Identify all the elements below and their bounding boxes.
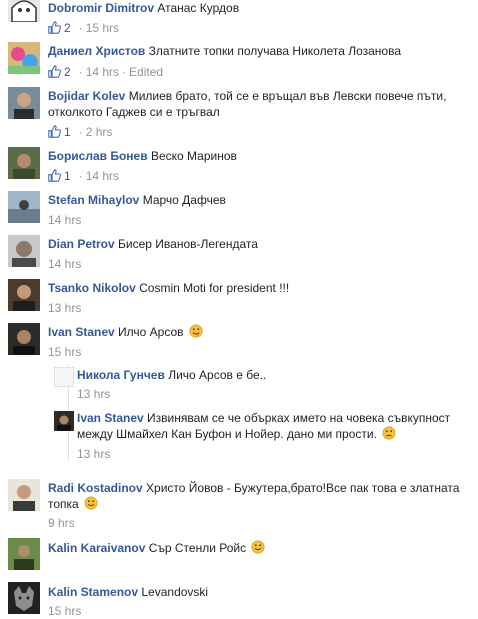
comment-author[interactable]: Kalin Stamenov xyxy=(48,585,138,599)
comment-text: Сър Стенли Ройс xyxy=(148,541,247,555)
comment-time[interactable]: 14 hrs xyxy=(48,213,81,227)
comment-time[interactable]: 15 hrs xyxy=(48,604,81,618)
avatar[interactable] xyxy=(54,411,74,431)
comment-meta: 14 hrs xyxy=(48,213,81,227)
avatar[interactable] xyxy=(8,538,40,570)
avatar[interactable] xyxy=(8,235,40,267)
comment-meta: 1 · 14 hrs xyxy=(48,169,119,185)
comment-meta: 13 hrs xyxy=(48,301,81,315)
reply-author[interactable]: Никола Гунчев xyxy=(77,368,165,382)
comment-meta: 2 · 15 hrs xyxy=(48,21,119,37)
comment-author[interactable]: Борислав Бонев xyxy=(48,149,148,163)
reply-author[interactable]: Ivan Stanev xyxy=(77,411,144,425)
avatar[interactable] xyxy=(8,87,40,119)
smile-emoji-icon xyxy=(251,540,266,558)
avatar[interactable] xyxy=(8,42,40,74)
comment-author[interactable]: Kalin Karaivanov xyxy=(48,541,145,555)
reply-text: Личо Арсов е бе.. xyxy=(168,368,267,382)
like-count[interactable]: 1 xyxy=(64,169,71,183)
comment-text: Веско Маринов xyxy=(150,149,237,163)
like-icon[interactable] xyxy=(48,65,61,81)
comment-text: Златните топки получава Николета Лозанов… xyxy=(148,44,402,58)
comment-text: Атанас Курдов xyxy=(157,1,240,15)
avatar[interactable] xyxy=(8,147,40,179)
comment-time[interactable]: 14 hrs xyxy=(48,257,81,271)
like-count[interactable]: 2 xyxy=(64,21,71,35)
reply-time[interactable]: 13 hrs xyxy=(77,387,110,401)
like-count[interactable]: 1 xyxy=(64,125,71,139)
tongue-emoji-icon xyxy=(189,324,203,342)
comment-time[interactable]: 9 hrs xyxy=(48,516,75,530)
frown-emoji-icon xyxy=(382,426,396,444)
like-icon[interactable] xyxy=(48,125,61,141)
comment-text: Бисер Иванов-Легендата xyxy=(118,237,258,251)
comment-author[interactable]: Stefan Mihaylov xyxy=(48,193,139,207)
comment-text: Илчо Арсов xyxy=(118,325,184,339)
comment-author[interactable]: Tsanko Nikolov xyxy=(48,281,136,295)
avatar[interactable] xyxy=(54,367,74,387)
comment-text: Cosmin Moti for president !!! xyxy=(139,281,290,295)
comment-meta: 2 · 14 hrs · Edited xyxy=(48,65,163,81)
comment-author[interactable]: Даниел Христов xyxy=(48,44,145,58)
comment-time[interactable]: 2 hrs xyxy=(86,125,113,139)
reply-meta: 13 hrs xyxy=(77,387,110,401)
comment-time[interactable]: 14 hrs xyxy=(86,169,119,183)
like-icon[interactable] xyxy=(48,21,61,37)
reply-time[interactable]: 13 hrs xyxy=(77,447,110,461)
comment-time[interactable]: 15 hrs xyxy=(86,21,119,35)
avatar[interactable] xyxy=(8,279,40,311)
comment-meta: 15 hrs xyxy=(48,345,81,359)
comment-time[interactable]: 13 hrs xyxy=(48,301,81,315)
avatar[interactable] xyxy=(8,0,40,22)
comment-author[interactable]: Ivan Stanev xyxy=(48,325,115,339)
comment-text: Levandovski xyxy=(141,585,209,599)
comment-time[interactable]: 14 hrs xyxy=(86,65,119,79)
comment-meta: 9 hrs xyxy=(48,516,75,530)
comment-author[interactable]: Dobromir Dimitrov xyxy=(48,1,154,15)
avatar[interactable] xyxy=(8,582,40,614)
comment-author[interactable]: Dian Petrov xyxy=(48,237,115,251)
comment-text: Марчо Дафчев xyxy=(142,193,226,207)
comment-author[interactable]: Bojidar Kolev xyxy=(48,89,125,103)
avatar[interactable] xyxy=(8,479,40,511)
edited-label[interactable]: Edited xyxy=(129,65,163,79)
comment-meta: 1 · 2 hrs xyxy=(48,125,112,141)
comment-time[interactable]: 15 hrs xyxy=(48,345,81,359)
comment-meta: 15 hrs xyxy=(48,604,81,618)
like-count[interactable]: 2 xyxy=(64,65,71,79)
like-icon[interactable] xyxy=(48,169,61,185)
avatar[interactable] xyxy=(8,191,40,223)
comment-meta: 14 hrs xyxy=(48,257,81,271)
smile-emoji-icon xyxy=(84,496,98,514)
avatar[interactable] xyxy=(8,323,40,355)
comment-author[interactable]: Radi Kostadinov xyxy=(48,481,143,495)
reply-meta: 13 hrs xyxy=(77,447,110,461)
